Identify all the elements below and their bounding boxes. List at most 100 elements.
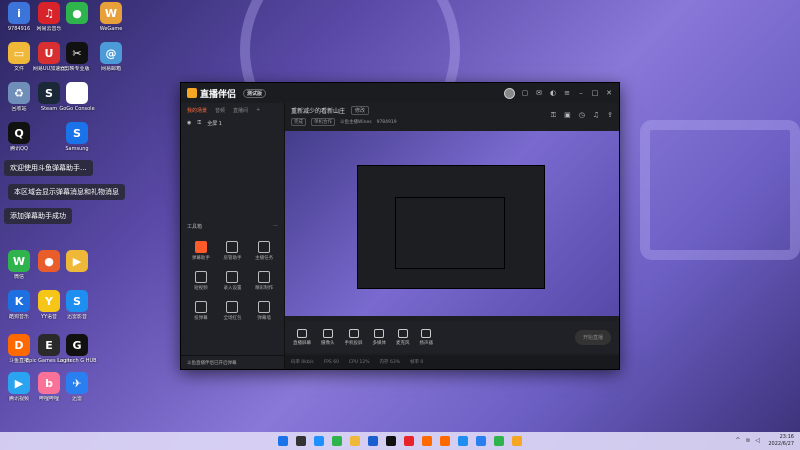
app-icon: ● <box>66 2 88 24</box>
app-icon[interactable] <box>458 436 468 446</box>
tool-item[interactable]: 精彩制作 <box>248 271 280 291</box>
desktop-icon-label: 迅雷影音 <box>66 314 87 320</box>
eye-icon[interactable]: ◉ <box>187 120 191 127</box>
live-companion-icon[interactable] <box>512 436 522 446</box>
start-live-button[interactable]: 开始直播 <box>574 329 611 345</box>
desktop-icon[interactable]: S 迅雷影音 <box>54 290 100 320</box>
tab-add[interactable]: + <box>256 107 260 114</box>
source-icon <box>421 328 432 338</box>
tab-room[interactable]: 直播间 <box>233 107 248 114</box>
start-icon[interactable] <box>278 436 288 446</box>
tool-icon <box>226 241 239 253</box>
desktop-icon[interactable]: Q 腾讯QQ <box>0 122 42 152</box>
source-label: 扬声器 <box>419 340 434 346</box>
source-button[interactable]: 多媒体 <box>372 328 387 346</box>
netease-icon[interactable] <box>404 436 414 446</box>
more-icon[interactable]: ⋯ <box>273 223 278 230</box>
toast-success: 添加弹幕助手成功 <box>4 208 72 224</box>
room-tag: 斗鱼主播Wines <box>340 120 372 125</box>
desktop-icon-label: Samsung <box>65 146 89 152</box>
room-tag: 单机合作 <box>311 118 335 126</box>
tool-icon <box>226 301 239 313</box>
app-icon[interactable] <box>386 436 396 446</box>
tool-item[interactable]: 短视频 <box>185 271 217 291</box>
desktop-icon[interactable]: ▶ <box>54 250 100 274</box>
douyu-icon[interactable] <box>440 436 450 446</box>
lock-icon[interactable]: ⚿ <box>551 111 556 120</box>
avatar[interactable] <box>504 87 515 99</box>
tool-item[interactable]: 主播任务 <box>248 241 280 261</box>
source-button[interactable]: 扬声器 <box>419 328 434 346</box>
tool-item[interactable]: 弹幕墙 <box>248 301 280 321</box>
minimize-icon[interactable]: – <box>577 89 585 97</box>
source-button[interactable]: 直播屏幕 <box>293 328 311 346</box>
app-icon: G <box>66 334 88 356</box>
desktop-icon[interactable]: S Samsung <box>54 122 100 152</box>
source-icon <box>374 328 385 338</box>
tool-icon <box>194 241 207 253</box>
lock-icon[interactable]: ⚿ <box>197 120 201 127</box>
system-clock[interactable]: 23:16 2022/6/27 <box>768 434 794 448</box>
tool-item[interactable]: 投弹幕 <box>185 301 217 321</box>
desktop-icon[interactable]: ◎ GoGo Console <box>54 82 100 112</box>
toast-area: 本区域会显示弹幕消息和礼物消息 <box>8 184 125 200</box>
source-label: 手机投屏 <box>344 340 363 346</box>
tool-label: 全场红包 <box>223 316 242 321</box>
notification-icon[interactable]: ▢ <box>521 89 529 97</box>
edge-icon[interactable] <box>332 436 342 446</box>
edit-button[interactable]: 修改 <box>351 106 370 115</box>
search-icon[interactable] <box>296 436 306 446</box>
tool-label: 短视频 <box>194 286 208 291</box>
message-icon[interactable]: ✉ <box>535 89 543 97</box>
desktop-icon[interactable]: G Logitech G HUB <box>54 334 100 364</box>
status-item: FPS 60 <box>323 359 339 365</box>
tool-item[interactable]: 弹幕助手 <box>185 241 217 261</box>
tab-audio[interactable]: 音频 <box>215 107 225 114</box>
bell-icon[interactable]: ♫ <box>593 111 599 120</box>
app-icon: ✂ <box>66 42 88 64</box>
scene-item[interactable]: ◉ ⚿ 全屏 1 <box>181 118 284 129</box>
wallpaper-window <box>640 120 800 260</box>
xunlei-icon[interactable] <box>476 436 486 446</box>
gift-icon[interactable]: ▣ <box>564 111 571 120</box>
desktop-icon-label: Logitech G HUB <box>57 358 97 364</box>
douyu-icon[interactable] <box>422 436 432 446</box>
desktop-icon[interactable]: W WeGame <box>88 2 134 32</box>
desktop-icon[interactable]: @ 网易邮箱 <box>88 42 134 72</box>
menu-icon[interactable]: ≡ <box>563 89 571 97</box>
share-icon[interactable]: ⇪ <box>607 111 613 120</box>
taskbar: ^ ≋ ◁ 23:16 2022/6/27 <box>0 432 800 450</box>
source-icon <box>348 328 359 338</box>
tool-item[interactable]: 全场红包 <box>217 301 249 321</box>
source-label: 多媒体 <box>372 340 387 346</box>
desktop-icon[interactable]: ✈ 迅雷 <box>54 372 100 402</box>
source-button[interactable]: 摄像头 <box>321 328 335 346</box>
room-tag: 完成 <box>291 118 306 126</box>
explorer-icon[interactable] <box>314 436 324 446</box>
skin-icon[interactable]: ◐ <box>549 89 557 97</box>
room-header: 重新减少的看新山庄 修改 完成 单机合作 斗鱼主播Wines 9784919 ⚿… <box>285 103 619 129</box>
close-icon[interactable]: ✕ <box>605 89 613 97</box>
chevron-up-icon[interactable]: ^ <box>735 437 740 444</box>
clock-icon[interactable]: ◷ <box>579 111 585 120</box>
volume-icon[interactable]: ◁ <box>755 437 760 444</box>
source-button[interactable]: 麦克风 <box>396 328 410 346</box>
stream-preview[interactable] <box>285 131 619 316</box>
tab-scenes[interactable]: 我的场景 <box>187 107 207 114</box>
status-item: CPU 12% <box>348 359 370 365</box>
source-controls: 直播屏幕 摄像头 手机投屏 多媒体 麦克风 扬声器 开始直播 <box>285 321 619 353</box>
store-icon[interactable] <box>368 436 378 446</box>
tool-icon <box>258 301 271 313</box>
wifi-icon[interactable]: ≋ <box>745 437 750 444</box>
wechat-icon[interactable] <box>494 436 504 446</box>
logo-icon <box>187 88 197 98</box>
desktop-icon-label: 迅雷 <box>71 396 82 402</box>
status-item: 帧率 0 <box>409 360 424 365</box>
source-button[interactable]: 手机投屏 <box>344 328 363 346</box>
tool-item[interactable]: 录入设置 <box>217 271 249 291</box>
left-panel: 我的场景 音频 直播间 + ◉ ⚿ 全屏 1 工具箱 ⋯ 弹幕助手 房管助手 主播任… <box>181 103 285 369</box>
maximize-icon[interactable]: □ <box>591 89 599 97</box>
folder-icon[interactable] <box>350 436 360 446</box>
tool-label: 投弹幕 <box>194 316 208 321</box>
tool-item[interactable]: 房管助手 <box>217 241 249 261</box>
